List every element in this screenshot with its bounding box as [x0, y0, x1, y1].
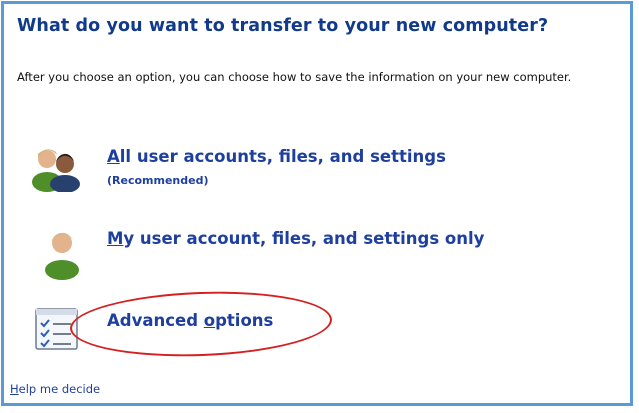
- user-icon: [45, 232, 79, 280]
- option-all-users[interactable]: All user accounts, files, and settings: [107, 147, 446, 166]
- help-link-label: elp me decide: [18, 382, 101, 396]
- help-link-accesskey: H: [10, 382, 19, 396]
- help-link[interactable]: Help me decide: [10, 382, 100, 396]
- option-all-users-accesskey: A: [107, 147, 120, 166]
- option-my-account-label: y user account, files, and settings only: [123, 229, 485, 248]
- page-title: What do you want to transfer to your new…: [17, 16, 549, 36]
- option-my-account-accesskey: M: [107, 229, 124, 248]
- two-users-icon: [32, 149, 80, 192]
- option-all-users-label: ll user accounts, files, and settings: [119, 147, 446, 166]
- option-my-account[interactable]: My user account, files, and settings onl…: [107, 229, 484, 248]
- recommended-note: (Recommended): [107, 174, 209, 187]
- description-text: After you choose an option, you can choo…: [17, 70, 572, 84]
